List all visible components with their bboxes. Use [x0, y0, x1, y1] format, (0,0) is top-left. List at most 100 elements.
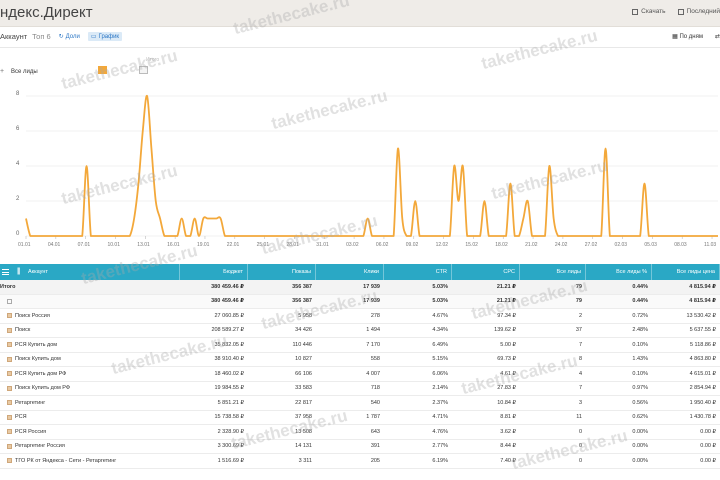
shares-button[interactable]: ↻ Доли [56, 32, 83, 41]
table-row[interactable]: Поиск Россия 27 060.85 ₽ 5 958 278 4.67% 97.3… [0, 309, 720, 324]
column-header[interactable]: Клики [316, 264, 384, 280]
x-tick-label: 27.02 [585, 242, 598, 248]
by-days-label: По дням [679, 34, 703, 40]
metric-cell: 8 [578, 356, 582, 363]
column-header[interactable]: Все лиды % [586, 264, 652, 280]
metric-cell: 4 863.80 ₽ [689, 356, 716, 363]
metric-cell: 11 [576, 414, 582, 421]
table-row[interactable]: Поиск Купить дом РФ 19 984.55 ₽ 33 583 718 2… [0, 382, 720, 396]
metric-cell: 5 118.86 ₽ [689, 341, 716, 348]
graph-label: График [98, 33, 120, 40]
metric-cell: 3 300.69 ₽ [217, 443, 244, 450]
metric-cell: 33 583 [295, 385, 312, 392]
graph-button[interactable]: ▭ График [87, 32, 123, 41]
metric-cell: 8.44 ₽ [500, 443, 516, 450]
x-tick-label: 10.01 [107, 242, 120, 248]
expand-icon[interactable] [7, 371, 12, 377]
table-body: Итого 380 459.46 ₽ 356 387 17 939 5.03% 21.21… [0, 280, 720, 469]
expand-icon[interactable] [7, 400, 12, 406]
shares-label: Доли [65, 33, 80, 40]
column-header[interactable]: Все лиды [520, 264, 586, 280]
series-swatch-inactive[interactable] [139, 66, 148, 74]
graph-icon: ▭ [90, 34, 97, 40]
metric-cell: 15 738.58 ₽ [214, 414, 245, 421]
campaign-name-cell: РСЯ [0, 414, 180, 420]
campaign-name: Поиск Купить дом РФ [15, 385, 71, 392]
top-selector[interactable]: Топ 6 [32, 32, 50, 41]
campaign-name: РСЯ [15, 414, 27, 421]
stats-table: ||| Аккаунт Бюджет Показы Клики CTR CPC Все ли… [0, 264, 720, 469]
add-series-icon[interactable]: + [0, 68, 4, 75]
expand-icon[interactable] [7, 313, 12, 319]
table-row[interactable]: РСЯ Купить дом РФ 18 460.02 ₽ 66 106 4 007 6… [0, 367, 720, 382]
metric-cell: 4.34% [432, 327, 448, 334]
metric-cell: 4.76% [432, 428, 448, 435]
column-header[interactable]: CTR [384, 264, 452, 280]
metric-cell: 5 637.55 ₽ [689, 327, 716, 334]
columns-icon[interactable]: ||| [17, 268, 21, 275]
metric-cell: 7.40 ₽ [500, 457, 516, 464]
collapse-icon[interactable] [7, 298, 12, 304]
table-row[interactable]: Ретаргетинг 5 851.21 ₽ 22 817 540 2.37% 10.84… [0, 396, 720, 411]
column-header[interactable]: Показы [248, 264, 316, 280]
expand-icon[interactable] [7, 414, 12, 420]
campaign-name: РСЯ Россия [15, 428, 47, 435]
column-header[interactable]: Аккаунт [0, 264, 180, 280]
table-row[interactable]: Ретаргетинг Россия 3 300.69 ₽ 14 131 391 2.7… [0, 440, 720, 454]
metric-cell: 4 007 [366, 370, 380, 377]
by-days-button[interactable]: ▦ По дням [672, 33, 703, 40]
metric-cell: 5 851.21 ₽ [217, 399, 244, 406]
table-row[interactable]: РСЯ Россия 2 328.90 ₽ 13 508 643 4.76% 3.62 ₽… [0, 425, 720, 440]
expand-icon[interactable] [7, 443, 12, 449]
metric-cell: 27.83 ₽ [497, 385, 516, 392]
expand-icon[interactable] [7, 385, 12, 391]
metric-cell: 0.72% [632, 312, 648, 319]
table-row[interactable]: ТГО РК от Яндекса - Сети - Ретаргетинг 1 … [0, 454, 720, 469]
table-row[interactable]: РСЯ Купить дом 35 832.05 ₽ 110 446 7 170 6.4… [0, 338, 720, 353]
metric-cell: 540 [370, 399, 380, 406]
table-row[interactable]: 380 459.46 ₽ 356 387 17 939 5.03% 21.21 ₽ 79 0… [0, 294, 720, 309]
metric-cell: 4.67% [432, 312, 448, 319]
metric-cell: 18 460.02 ₽ [214, 370, 245, 377]
expand-icon[interactable] [7, 356, 12, 362]
more-icon[interactable]: ⇄ [715, 33, 720, 40]
expand-icon[interactable] [7, 327, 12, 333]
metric-cell: 35 832.05 ₽ [214, 341, 245, 348]
expand-icon[interactable] [7, 429, 12, 435]
legend-all-leads[interactable]: Все лиды [11, 69, 38, 75]
metric-cell: 4.61 ₽ [500, 370, 516, 377]
expand-icon[interactable] [7, 342, 12, 348]
metric-cell: 5 958 [298, 312, 312, 319]
metric-cell: 17 939 [363, 298, 380, 305]
table-row[interactable]: Поиск Купить дом 38 910.40 ₽ 10 827 558 5.15… [0, 353, 720, 367]
x-tick-label: 22.01 [227, 242, 240, 248]
x-tick-label: 01.01 [18, 242, 31, 248]
metric-cell: 139.62 ₽ [494, 327, 516, 334]
view-controls: Аккаунт Топ 6 ↻ Доли ▭ График [0, 32, 123, 41]
metric-cell: 66 106 [295, 370, 312, 377]
column-header[interactable]: CPC [452, 264, 520, 280]
history-icon [677, 8, 684, 15]
column-header[interactable]: Бюджет [180, 264, 248, 280]
expand-icon[interactable] [7, 458, 12, 464]
table-row[interactable]: РСЯ 15 738.58 ₽ 37 958 1 787 4.71% 8.81 ₽ 11 0.… [0, 411, 720, 425]
table-header: ||| Аккаунт Бюджет Показы Клики CTR CPC Все ли… [0, 264, 720, 280]
metric-cell: 1 494 [366, 327, 380, 334]
account-label: Аккаунт [0, 32, 28, 41]
x-tick-label: 08.03 [674, 242, 687, 248]
table-row[interactable]: Поиск 208 589.27 ₽ 34 426 1 494 4.34% 139.62 … [0, 324, 720, 338]
menu-icon[interactable] [2, 269, 9, 275]
column-header[interactable]: Все лиды цена [652, 264, 720, 280]
metric-cell: 34 426 [295, 327, 312, 334]
campaign-name: РСЯ Купить дом [15, 341, 58, 348]
metric-cell: 0.44% [632, 283, 648, 290]
series-swatch-active[interactable] [98, 66, 107, 74]
total-row[interactable]: Итого 380 459.46 ₽ 356 387 17 939 5.03% 21.21… [0, 280, 720, 295]
download-button[interactable]: Скачать [632, 8, 666, 15]
last-button[interactable]: Последний [677, 8, 720, 15]
campaign-name-cell: ТГО РК от Яндекса - Сети - Ретаргетинг [0, 458, 180, 464]
metric-cell: 3 [578, 399, 582, 406]
campaign-name: ТГО РК от Яндекса - Сети - Ретаргетинг [15, 457, 117, 464]
metric-cell: 13 530.42 ₽ [686, 312, 717, 319]
metric-cell: 5.03% [432, 298, 448, 305]
